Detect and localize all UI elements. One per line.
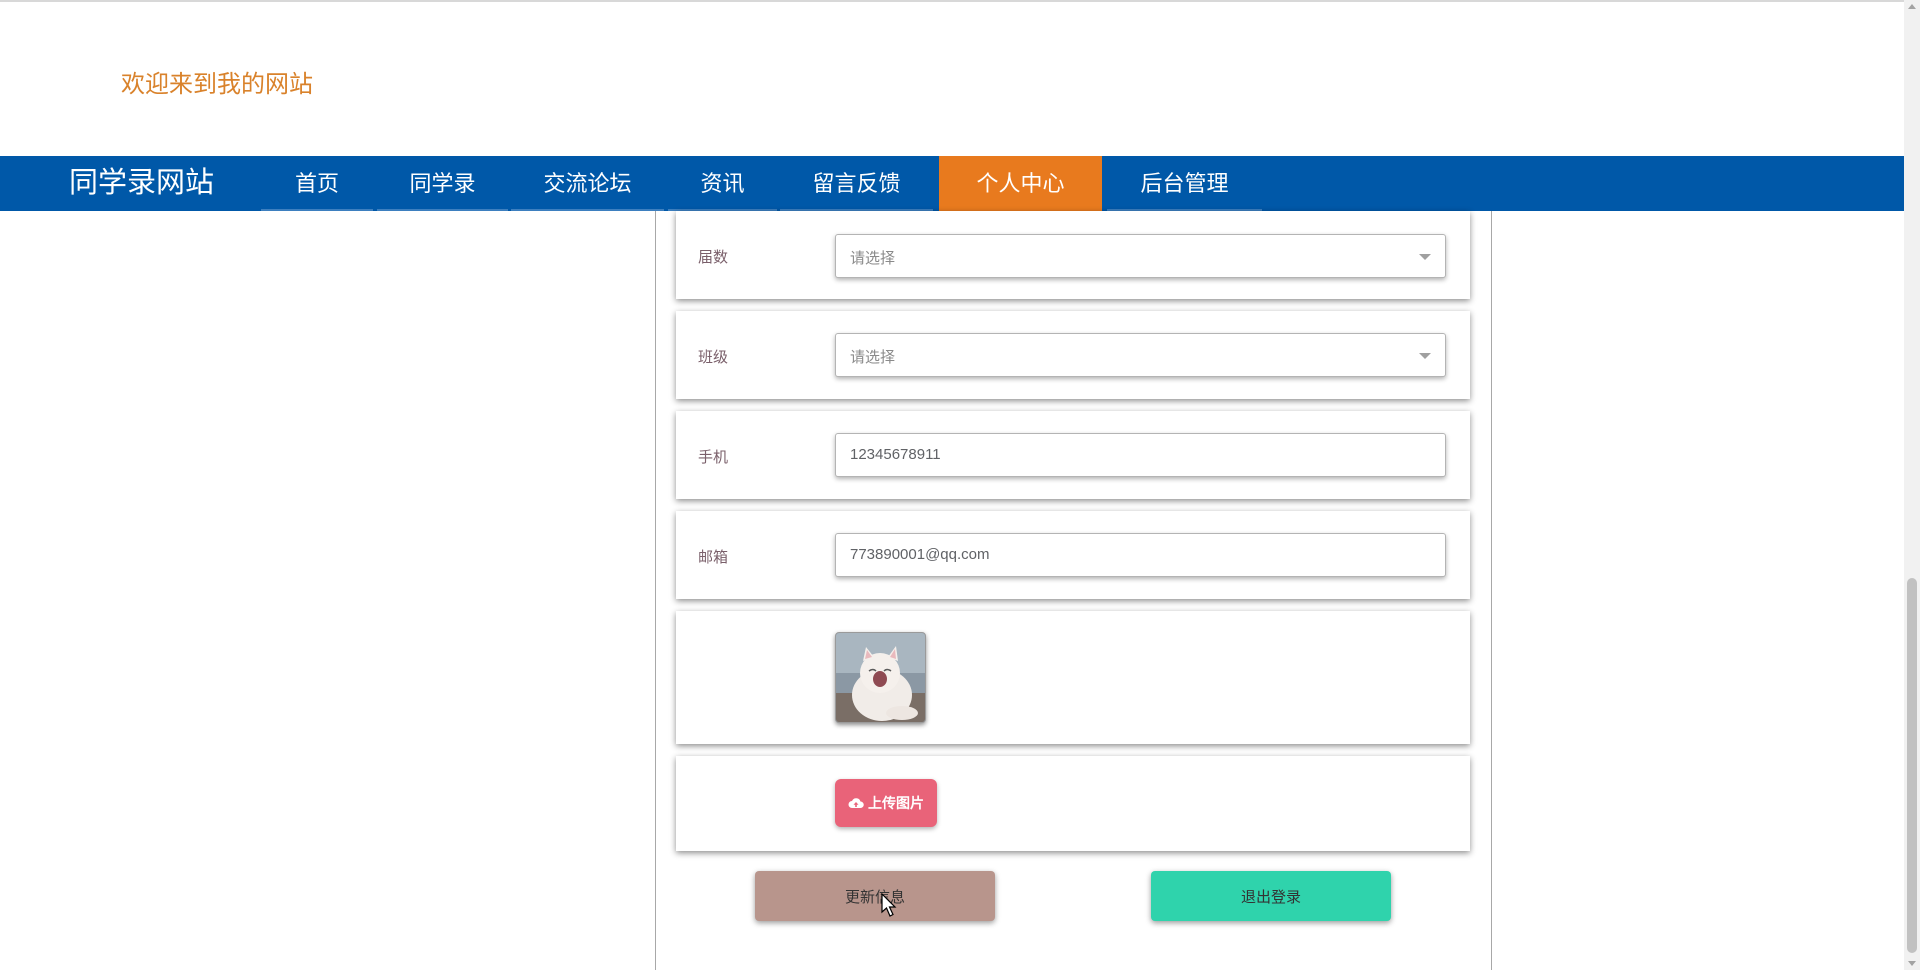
nav-admin[interactable]: 后台管理 <box>1107 156 1262 211</box>
phone-input[interactable]: 12345678911 <box>835 433 1446 477</box>
phone-row: 手机 12345678911 <box>676 411 1470 499</box>
nav-news[interactable]: 资讯 <box>668 156 777 211</box>
upload-image-button[interactable]: 上传图片 <box>835 779 937 827</box>
chevron-down-icon <box>1419 254 1431 260</box>
cloud-upload-icon <box>848 798 864 808</box>
email-label: 邮箱 <box>698 549 729 566</box>
email-input[interactable]: 773890001@qq.com <box>835 533 1446 577</box>
cat-image-icon <box>836 633 925 722</box>
phone-input-value: 12345678911 <box>850 446 941 463</box>
welcome-text: 欢迎来到我的网站 <box>121 71 313 98</box>
scroll-down-icon[interactable] <box>1908 961 1916 966</box>
class-select[interactable]: 请选择 <box>835 333 1446 377</box>
email-input-value: 773890001@qq.com <box>850 546 990 563</box>
scrollbar-thumb[interactable] <box>1907 578 1917 953</box>
nav-feedback[interactable]: 留言反馈 <box>780 156 933 211</box>
class-row: 班级 请选择 <box>676 311 1470 399</box>
nav-classmates[interactable]: 同学录 <box>377 156 508 211</box>
top-border <box>0 0 1904 2</box>
email-row: 邮箱 773890001@qq.com <box>676 511 1470 599</box>
nav-home[interactable]: 首页 <box>261 156 373 211</box>
mouse-cursor-icon <box>881 893 897 917</box>
main-navbar: 同学录网站 首页 同学录 交流论坛 资讯 留言反馈 个人中心 后台管理 <box>0 156 1904 211</box>
site-brand[interactable]: 同学录网站 <box>69 156 214 211</box>
session-select-placeholder: 请选择 <box>850 250 896 267</box>
class-select-placeholder: 请选择 <box>850 349 896 366</box>
logout-button[interactable]: 退出登录 <box>1151 871 1391 921</box>
phone-label: 手机 <box>698 449 729 466</box>
session-row: 届数 请选择 <box>676 211 1470 299</box>
update-info-button[interactable]: 更新信息 <box>755 871 995 921</box>
nav-forum[interactable]: 交流论坛 <box>511 156 664 211</box>
avatar-row <box>676 611 1470 744</box>
upload-row: 上传图片 <box>676 756 1470 851</box>
upload-image-label: 上传图片 <box>868 795 924 811</box>
session-select[interactable]: 请选择 <box>835 234 1446 278</box>
avatar-image[interactable] <box>835 632 926 723</box>
scroll-up-icon[interactable] <box>1908 4 1916 9</box>
session-label: 届数 <box>698 249 729 266</box>
chevron-down-icon <box>1419 353 1431 359</box>
nav-personal-center[interactable]: 个人中心 <box>939 156 1102 211</box>
class-label: 班级 <box>698 349 729 366</box>
page-scrollbar[interactable] <box>1904 0 1920 970</box>
